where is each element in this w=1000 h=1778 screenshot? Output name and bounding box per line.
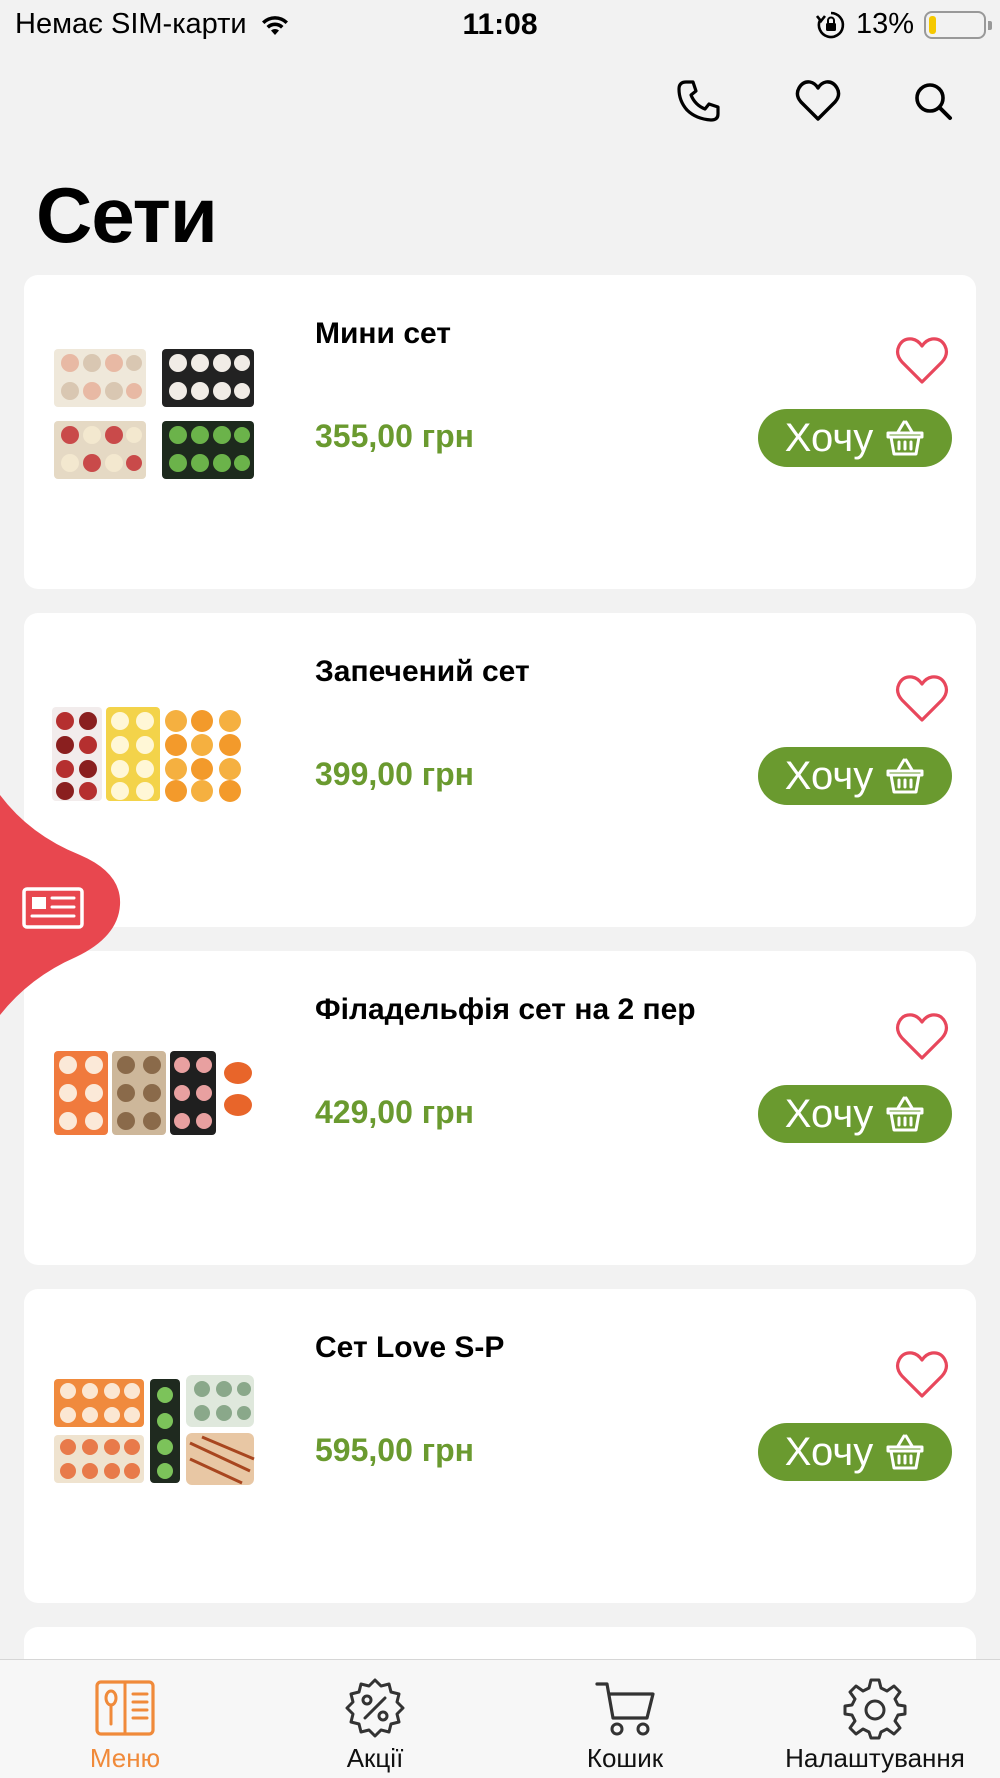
gear-icon <box>843 1678 907 1740</box>
search-icon[interactable] <box>910 78 956 124</box>
battery-fill <box>929 15 936 34</box>
page-title: Сети <box>36 171 218 259</box>
product-title[interactable]: Запечений сет <box>315 655 530 689</box>
product-title[interactable]: Мини сет <box>315 317 451 351</box>
basket-icon <box>886 420 924 456</box>
product-card[interactable]: Запечений сет 399,00 грн Хочу <box>24 613 976 927</box>
favorite-heart-icon[interactable] <box>894 673 950 725</box>
tab-settings-label: Налаштування <box>785 1743 965 1773</box>
tab-menu-label: Меню <box>89 1743 161 1773</box>
discount-badge-icon <box>345 1678 405 1738</box>
product-card[interactable]: Мини сет 355,00 грн Хочу <box>24 275 976 589</box>
add-to-cart-button[interactable]: Хочу <box>758 747 952 805</box>
add-to-cart-button[interactable]: Хочу <box>758 1085 952 1143</box>
battery-percent: 13% <box>855 8 914 40</box>
status-right: 13% <box>815 8 992 41</box>
add-to-cart-label: Хочу <box>784 1091 874 1136</box>
bottom-tab-bar: Меню Акції Кошик Налаштування <box>0 1659 1000 1778</box>
basket-icon <box>886 1096 924 1132</box>
product-title[interactable]: Філадельфія сет на 2 пер <box>315 993 696 1027</box>
product-title[interactable]: Сет Love S-P <box>315 1331 504 1365</box>
orientation-lock-icon <box>815 11 845 38</box>
favorite-heart-icon[interactable] <box>894 1349 950 1401</box>
cart-icon <box>595 1682 655 1736</box>
product-image-philadelphia-set[interactable] <box>52 1021 257 1161</box>
product-price: 429,00 грн <box>315 1094 474 1130</box>
tab-cart-label: Кошик <box>586 1743 664 1773</box>
product-price: 399,00 грн <box>315 756 474 792</box>
menu-book-icon <box>95 1680 155 1736</box>
tab-menu[interactable]: Меню <box>0 1660 250 1778</box>
basket-icon <box>886 1434 924 1470</box>
tab-promotions[interactable]: Акції <box>250 1660 500 1778</box>
phone-icon[interactable] <box>676 78 722 124</box>
product-list: Мини сет 355,00 грн Хочу Запечений сет 3… <box>24 275 976 1667</box>
add-to-cart-label: Хочу <box>784 415 874 460</box>
product-card[interactable]: Філадельфія сет на 2 пер 429,00 грн Хочу <box>24 951 976 1265</box>
header-actions <box>0 78 1000 124</box>
tab-settings[interactable]: Налаштування <box>750 1660 1000 1778</box>
product-image-love-set[interactable] <box>52 1359 257 1499</box>
product-image-mini-set[interactable] <box>52 345 257 485</box>
side-menu-tab[interactable] <box>0 795 122 1015</box>
product-card[interactable]: Сет Love S-P 595,00 грн Хочу <box>24 1289 976 1603</box>
add-to-cart-label: Хочу <box>784 753 874 798</box>
tab-cart[interactable]: Кошик <box>500 1660 750 1778</box>
favorite-heart-icon[interactable] <box>894 1011 950 1063</box>
heart-icon[interactable] <box>795 78 841 124</box>
product-price: 355,00 грн <box>315 418 474 454</box>
status-bar: Немає SIM-карти 11:08 13% <box>0 0 1000 52</box>
add-to-cart-label: Хочу <box>784 1429 874 1474</box>
add-to-cart-button[interactable]: Хочу <box>758 409 952 467</box>
battery-icon <box>924 10 992 39</box>
screen: Немає SIM-карти 11:08 13% Сети Мини сет … <box>0 0 1000 1778</box>
add-to-cart-button[interactable]: Хочу <box>758 1423 952 1481</box>
tab-promotions-label: Акції <box>346 1743 404 1773</box>
product-price: 595,00 грн <box>315 1432 474 1468</box>
basket-icon <box>886 758 924 794</box>
favorite-heart-icon[interactable] <box>894 335 950 387</box>
